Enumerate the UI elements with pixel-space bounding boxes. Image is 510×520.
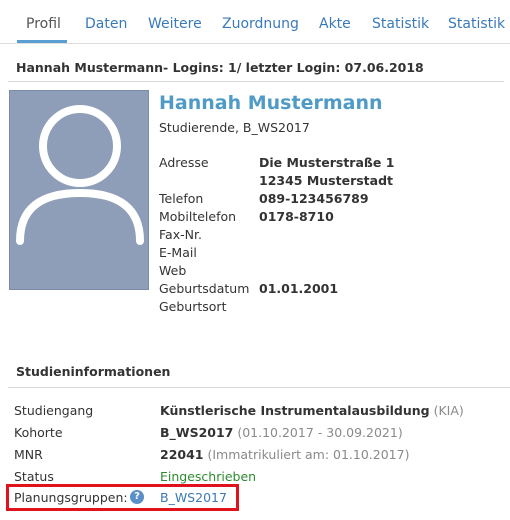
profile-subtitle: Studierende, B_WS2017 xyxy=(159,120,310,135)
detail-label-geburtsort: Geburtsort xyxy=(159,299,227,314)
info-value-studiengang: Künstlerische Instrumentalausbildung (KI… xyxy=(160,403,464,418)
status-value: Eingeschrieben xyxy=(160,469,257,484)
tab-weitere[interactable]: Weitere xyxy=(148,16,202,32)
detail-label-geburtsdatum: Geburtsdatum xyxy=(159,281,250,296)
info-label-studiengang: Studiengang xyxy=(14,403,94,418)
kohorte-period: (01.10.2017 - 30.09.2021) xyxy=(237,425,403,440)
tab-daten[interactable]: Daten xyxy=(85,16,127,32)
info-value-kohorte: B_WS2017 (01.10.2017 - 30.09.2021) xyxy=(160,425,403,440)
user-silhouette-icon xyxy=(16,105,144,245)
profile-header: Hannah Mustermann- Logins: 1/ letzter Lo… xyxy=(8,50,504,82)
kohorte-name: B_WS2017 xyxy=(160,425,234,440)
section-divider xyxy=(8,387,510,388)
detail-value-adresse-line2: 12345 Musterstadt xyxy=(259,173,394,188)
section-title-studieninformationen: Studieninformationen xyxy=(16,364,171,379)
mnr-immatrikulation: (Immatrikuliert am: 01.10.2017) xyxy=(207,447,410,462)
tab-bar: Profil Daten Weitere Zuordnung Akte Stat… xyxy=(0,0,510,44)
detail-label-telefon: Telefon xyxy=(159,191,204,206)
detail-value-adresse-line1: Die Musterstraße 1 xyxy=(259,155,395,170)
info-value-mnr: 22041 (Immatrikuliert am: 01.10.2017) xyxy=(160,447,409,462)
studiengang-name: Künstlerische Instrumentalausbildung xyxy=(160,403,430,418)
tab-statistik-2[interactable]: Statistik xyxy=(448,16,505,32)
detail-value-mobiltelefon: 0178-8710 xyxy=(259,209,334,224)
highlight-box xyxy=(6,484,239,511)
info-label-mnr: MNR xyxy=(14,447,43,462)
detail-value-telefon: 089-123456789 xyxy=(259,191,369,206)
mnr-number: 22041 xyxy=(160,447,204,462)
profile-name: Hannah Mustermann xyxy=(159,92,383,114)
studiengang-abbr: (KIA) xyxy=(433,403,464,418)
info-label-status: Status xyxy=(14,469,54,484)
detail-label-fax: Fax-Nr. xyxy=(159,227,202,242)
tab-profil[interactable]: Profil xyxy=(26,16,61,32)
tab-statistik-1[interactable]: Statistik xyxy=(372,16,429,32)
active-tab-indicator xyxy=(17,40,67,43)
tab-zuordnung[interactable]: Zuordnung xyxy=(222,16,299,32)
detail-value-geburtsdatum: 01.01.2001 xyxy=(259,281,339,296)
header-title: Hannah Mustermann- Logins: 1/ letzter Lo… xyxy=(16,60,424,75)
info-label-kohorte: Kohorte xyxy=(14,425,63,440)
detail-label-adresse: Adresse xyxy=(159,155,209,170)
avatar xyxy=(9,90,149,290)
detail-label-mobiltelefon: Mobiltelefon xyxy=(159,209,237,224)
detail-label-web: Web xyxy=(159,263,187,278)
detail-label-email: E-Mail xyxy=(159,245,197,260)
tab-akte[interactable]: Akte xyxy=(319,16,351,32)
